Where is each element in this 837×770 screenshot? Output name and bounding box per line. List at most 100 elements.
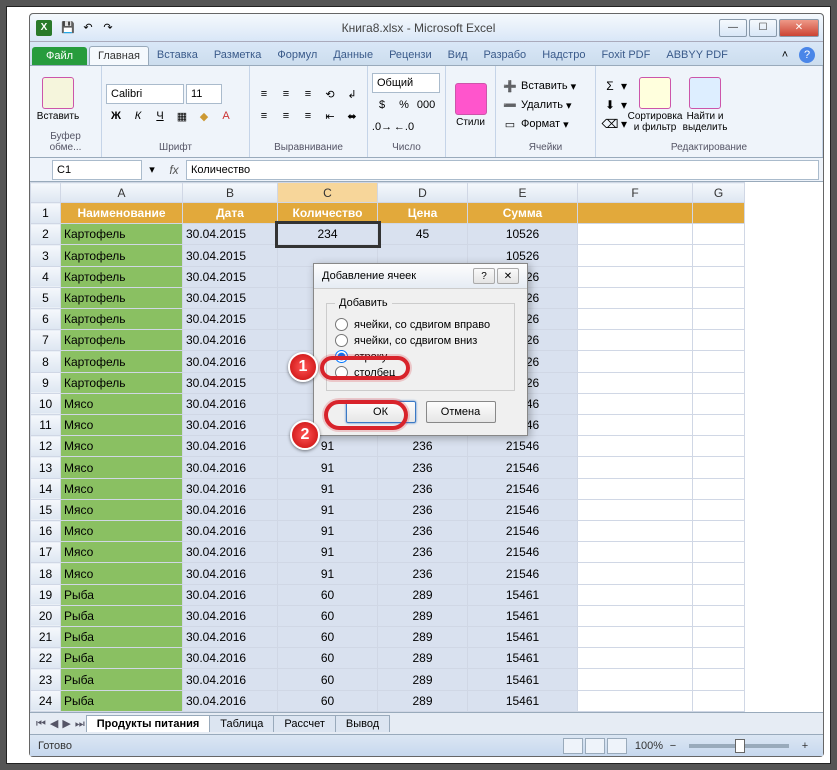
- cell[interactable]: 289: [378, 669, 468, 690]
- cell[interactable]: 289: [378, 648, 468, 669]
- cell[interactable]: 30.04.2016: [183, 669, 278, 690]
- cell[interactable]: 15461: [468, 584, 578, 605]
- cell[interactable]: 30.04.2016: [183, 584, 278, 605]
- cell[interactable]: 91: [278, 542, 378, 563]
- cell[interactable]: 60: [278, 690, 378, 711]
- header-cell[interactable]: Сумма: [468, 203, 578, 224]
- radio-shift-right[interactable]: ячейки, со сдвигом вправо: [335, 318, 506, 331]
- orientation-button[interactable]: ⟲: [320, 84, 340, 104]
- col-header-B[interactable]: B: [183, 183, 278, 203]
- row-header-3[interactable]: 3: [31, 245, 61, 266]
- italic-button[interactable]: К: [128, 106, 148, 126]
- col-header-E[interactable]: E: [468, 183, 578, 203]
- merge-button[interactable]: ⬌: [342, 106, 362, 126]
- cell[interactable]: 60: [278, 669, 378, 690]
- align-top-button[interactable]: ≡: [254, 84, 274, 104]
- cell[interactable]: 236: [378, 563, 468, 584]
- dialog-ok-button[interactable]: ОК: [346, 401, 416, 423]
- row-header-5[interactable]: 5: [31, 287, 61, 308]
- autosum-button[interactable]: Σ▾: [600, 77, 629, 95]
- col-header-G[interactable]: G: [693, 183, 745, 203]
- font-size-select[interactable]: [186, 84, 222, 104]
- cell[interactable]: 289: [378, 627, 468, 648]
- cells-format-button[interactable]: ▭Формат ▾: [500, 115, 578, 133]
- namebox-dropdown-icon[interactable]: ▾: [142, 160, 162, 180]
- cell[interactable]: 60: [278, 627, 378, 648]
- number-format-select[interactable]: [372, 73, 440, 93]
- row-header-9[interactable]: 9: [31, 372, 61, 393]
- ribbon-tab-9[interactable]: Foxit PDF: [593, 46, 658, 65]
- zoom-slider[interactable]: [689, 744, 789, 748]
- cell[interactable]: Рыба: [61, 669, 183, 690]
- cell[interactable]: 15461: [468, 648, 578, 669]
- dialog-cancel-button[interactable]: Отмена: [426, 401, 496, 423]
- row-header-19[interactable]: 19: [31, 584, 61, 605]
- cell[interactable]: 289: [378, 584, 468, 605]
- cell[interactable]: 236: [378, 478, 468, 499]
- row-header-20[interactable]: 20: [31, 605, 61, 626]
- cell[interactable]: Картофель: [61, 287, 183, 308]
- paste-button[interactable]: Вставить: [34, 77, 82, 122]
- cell[interactable]: 30.04.2016: [183, 351, 278, 372]
- ribbon-tab-3[interactable]: Формул: [269, 46, 325, 65]
- cell[interactable]: Картофель: [61, 224, 183, 245]
- row-header-22[interactable]: 22: [31, 648, 61, 669]
- ribbon-tab-7[interactable]: Разрабо: [476, 46, 535, 65]
- cell[interactable]: 30.04.2016: [183, 605, 278, 626]
- cell[interactable]: Рыба: [61, 648, 183, 669]
- worksheet-grid[interactable]: ABCDEFG1НаименованиеДатаКоличествоЦенаСу…: [30, 182, 823, 712]
- normal-view-button[interactable]: [563, 738, 583, 754]
- row-header-2[interactable]: 2: [31, 224, 61, 245]
- col-header-F[interactable]: F: [578, 183, 693, 203]
- cell[interactable]: 91: [278, 436, 378, 457]
- row-header-23[interactable]: 23: [31, 669, 61, 690]
- qa-undo-icon[interactable]: ↶: [78, 18, 98, 38]
- cell[interactable]: 21546: [468, 499, 578, 520]
- cell[interactable]: Картофель: [61, 372, 183, 393]
- sheet-tab-0[interactable]: Продукты питания: [86, 715, 211, 732]
- fill-button[interactable]: ⬇▾: [600, 96, 629, 114]
- cell[interactable]: 60: [278, 584, 378, 605]
- decrease-indent-button[interactable]: ⇤: [320, 106, 340, 126]
- cell[interactable]: 289: [378, 605, 468, 626]
- cell[interactable]: 30.04.2015: [183, 224, 278, 245]
- cell[interactable]: Картофель: [61, 351, 183, 372]
- cell[interactable]: Мясо: [61, 457, 183, 478]
- cell[interactable]: 236: [378, 499, 468, 520]
- cell[interactable]: 21546: [468, 436, 578, 457]
- name-box[interactable]: [52, 160, 142, 180]
- page-break-view-button[interactable]: [607, 738, 627, 754]
- row-header-12[interactable]: 12: [31, 436, 61, 457]
- cell[interactable]: 15461: [468, 627, 578, 648]
- help-icon[interactable]: ?: [799, 47, 815, 63]
- cell[interactable]: Мясо: [61, 415, 183, 436]
- cell[interactable]: 236: [378, 457, 468, 478]
- row-header-21[interactable]: 21: [31, 627, 61, 648]
- cell[interactable]: 91: [278, 499, 378, 520]
- cell[interactable]: 21546: [468, 542, 578, 563]
- formula-bar[interactable]: [186, 160, 819, 180]
- borders-button[interactable]: ▦: [172, 106, 192, 126]
- cell[interactable]: 60: [278, 648, 378, 669]
- cells-insert-button[interactable]: ➕Вставить ▾: [500, 77, 578, 95]
- ribbon-minimize-icon[interactable]: ˄: [775, 45, 795, 65]
- row-header-16[interactable]: 16: [31, 521, 61, 542]
- currency-button[interactable]: $: [372, 95, 392, 115]
- cell[interactable]: 234: [278, 224, 378, 245]
- styles-button[interactable]: Стили: [450, 83, 491, 128]
- cell[interactable]: 30.04.2015: [183, 372, 278, 393]
- cells-delete-button[interactable]: ➖Удалить ▾: [500, 96, 578, 114]
- font-color-button[interactable]: A: [216, 106, 236, 126]
- wrap-text-button[interactable]: ↲: [342, 84, 362, 104]
- row-header-24[interactable]: 24: [31, 690, 61, 711]
- percent-button[interactable]: %: [394, 95, 414, 115]
- cell[interactable]: 236: [378, 542, 468, 563]
- dialog-close-button[interactable]: ✕: [497, 268, 519, 284]
- cell[interactable]: Рыба: [61, 605, 183, 626]
- row-header-17[interactable]: 17: [31, 542, 61, 563]
- row-header-8[interactable]: 8: [31, 351, 61, 372]
- col-header-C[interactable]: C: [278, 183, 378, 203]
- align-right-button[interactable]: ≡: [298, 106, 318, 126]
- cell[interactable]: 30.04.2016: [183, 499, 278, 520]
- radio-entire-column[interactable]: столбец: [335, 366, 506, 379]
